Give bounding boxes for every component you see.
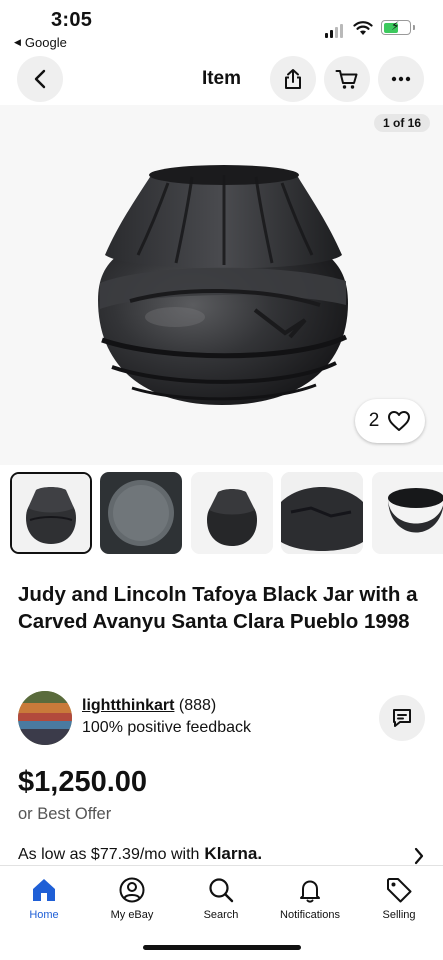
tab-search-label: Search bbox=[203, 909, 239, 921]
thumbnail-1[interactable] bbox=[10, 472, 92, 554]
user-icon bbox=[119, 877, 145, 903]
home-indicator bbox=[143, 945, 301, 950]
share-icon bbox=[285, 69, 301, 89]
tab-home-label: Home bbox=[29, 909, 59, 921]
tab-selling-label: Selling bbox=[382, 909, 416, 921]
seller-info[interactable]: lightthinkart (888) bbox=[82, 697, 216, 715]
seller-avatar[interactable] bbox=[18, 691, 72, 745]
tab-notifications[interactable]: Notifications bbox=[266, 874, 354, 921]
thumbnail-3[interactable] bbox=[191, 472, 273, 554]
search-icon bbox=[209, 878, 234, 903]
tab-selling[interactable]: Selling bbox=[355, 874, 443, 921]
more-dots-icon bbox=[391, 76, 411, 82]
chevron-right-icon bbox=[414, 847, 424, 865]
cellular-signal-icon bbox=[325, 24, 343, 38]
financing-text: As low as $77.39/mo with bbox=[18, 846, 200, 863]
status-time: 3:05 bbox=[51, 9, 93, 31]
top-nav-bar: Item bbox=[0, 56, 443, 102]
status-bar: 3:05 ◀ Google ⚡ bbox=[0, 0, 443, 58]
share-button[interactable] bbox=[270, 56, 316, 102]
back-triangle-icon: ◀ bbox=[14, 37, 21, 47]
watch-count: 2 bbox=[368, 410, 380, 431]
seller-rating-count: (888) bbox=[178, 697, 217, 714]
tab-my-ebay-label: My eBay bbox=[110, 909, 154, 921]
seller-name-link[interactable]: lightthinkart bbox=[82, 697, 174, 714]
tab-my-ebay[interactable]: My eBay bbox=[88, 874, 176, 921]
bell-icon bbox=[300, 880, 320, 903]
heart-icon bbox=[388, 411, 411, 431]
item-price: $1,250.00 bbox=[18, 766, 148, 798]
thumbnail-4[interactable] bbox=[281, 472, 363, 554]
contact-seller-button[interactable] bbox=[379, 695, 425, 741]
watch-button[interactable]: 2 bbox=[355, 399, 425, 443]
best-offer-label: or Best Offer bbox=[18, 805, 112, 823]
wifi-icon bbox=[353, 21, 373, 35]
page-title: Item bbox=[201, 68, 242, 89]
item-title: Judy and Lincoln Tafoya Black Jar with a… bbox=[18, 583, 418, 633]
klarna-logo: Klarna. bbox=[204, 844, 263, 863]
home-icon bbox=[33, 879, 55, 901]
tag-icon bbox=[387, 878, 412, 903]
thumbnail-2[interactable] bbox=[100, 472, 182, 554]
cart-button[interactable] bbox=[324, 56, 370, 102]
thumbnail-strip[interactable] bbox=[10, 472, 443, 556]
klarna-financing-row[interactable]: As low as $77.39/mo with Klarna. bbox=[18, 844, 425, 865]
back-to-app-link[interactable]: ◀ Google bbox=[14, 35, 67, 50]
tab-home[interactable]: Home bbox=[0, 874, 88, 921]
tab-search[interactable]: Search bbox=[177, 874, 265, 921]
cart-icon bbox=[335, 70, 358, 89]
more-options-button[interactable] bbox=[378, 56, 424, 102]
seller-feedback: 100% positive feedback bbox=[82, 719, 251, 736]
back-app-label: Google bbox=[24, 35, 67, 50]
message-icon bbox=[393, 709, 411, 727]
tab-notifications-label: Notifications bbox=[280, 909, 340, 921]
battery-icon: ⚡ bbox=[381, 19, 415, 35]
thumbnail-5[interactable] bbox=[372, 472, 443, 554]
image-gallery[interactable]: 1 of 16 2 bbox=[0, 105, 443, 465]
